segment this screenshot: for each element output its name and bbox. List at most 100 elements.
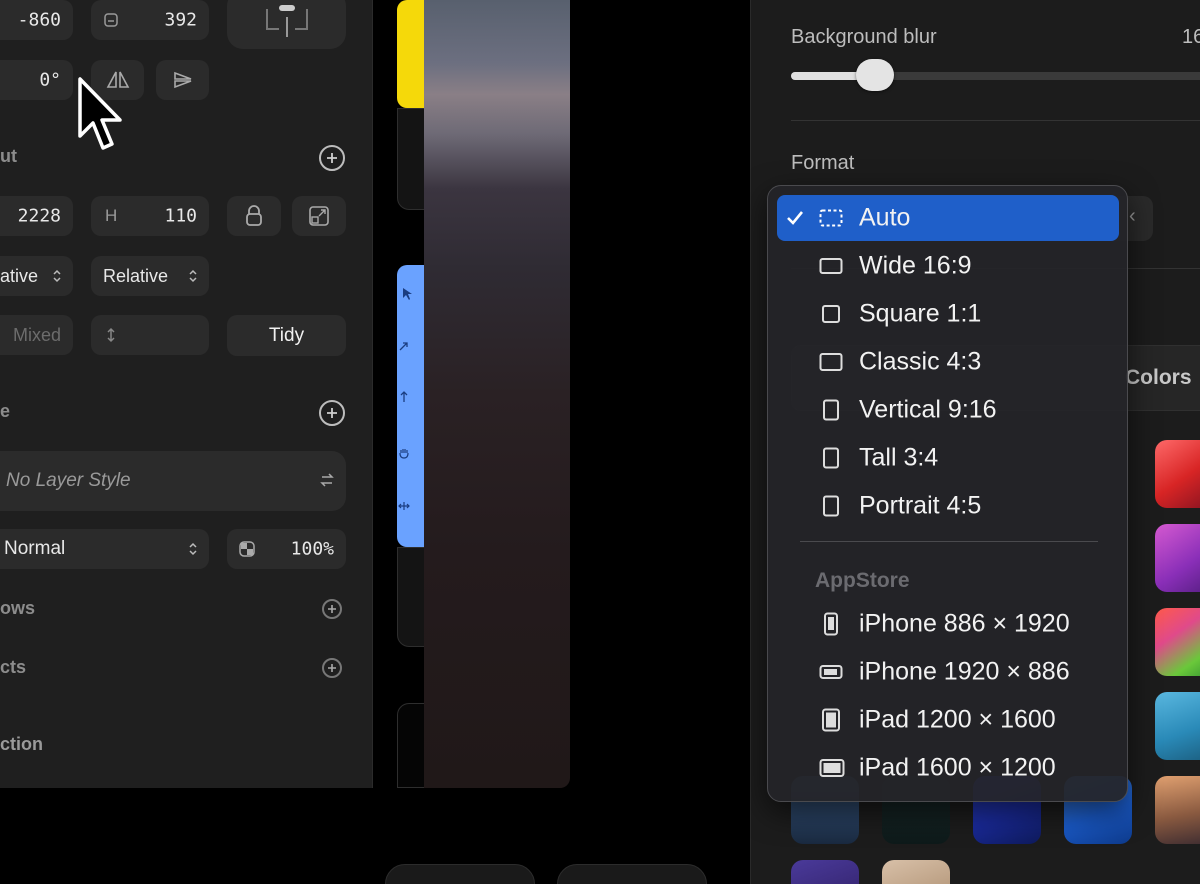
- tidy-label: Tidy: [268, 324, 305, 346]
- inspector-panel: -860 392 0° ut 2228 H 110 ative Relative…: [0, 0, 373, 788]
- add-effect-button[interactable]: [322, 658, 342, 678]
- ipad-landscape-icon: [819, 759, 845, 777]
- menu-item-label: Tall 3:4: [859, 443, 939, 472]
- gap-mixed-value: Mixed: [12, 324, 61, 345]
- tab-colors[interactable]: Colors: [1125, 366, 1192, 390]
- width-sizing-select[interactable]: ative: [0, 256, 73, 296]
- rotation-field[interactable]: 0°: [0, 60, 73, 100]
- height-top-value: 392: [164, 9, 197, 31]
- canvas-frame-bottom: [397, 703, 425, 788]
- opacity-value: 100%: [290, 538, 334, 560]
- menu-item-label: Square 1:1: [859, 299, 982, 328]
- background-blur-value: 16: [1182, 26, 1200, 48]
- menu-item-iphone-landscape[interactable]: iPhone 1920 × 886: [777, 649, 1119, 695]
- wallpaper-thumb[interactable]: [1155, 524, 1200, 592]
- add-style-button[interactable]: [319, 400, 345, 426]
- menu-item-label: Wide 16:9: [859, 251, 972, 280]
- wide-rect-icon: [819, 258, 843, 274]
- flip-vertical-icon: [173, 71, 191, 89]
- vertical-spacing-field[interactable]: [91, 315, 209, 355]
- menu-item-label: Classic 4:3: [859, 347, 982, 376]
- classic-rect-icon: [819, 353, 843, 371]
- add-shadow-button[interactable]: [322, 599, 342, 619]
- pointer-tool-icon[interactable]: [401, 287, 413, 301]
- height-field[interactable]: H 110: [91, 196, 209, 236]
- constraint-icon: [265, 4, 308, 37]
- resize-icon: [309, 206, 329, 226]
- wallpaper-thumb[interactable]: [1155, 776, 1200, 844]
- menu-item-classic-4-3[interactable]: Classic 4:3: [777, 339, 1119, 385]
- selection-section-title: ction: [0, 734, 43, 754]
- menu-item-wide-16-9[interactable]: Wide 16:9: [777, 243, 1119, 289]
- background-blur-slider[interactable]: [791, 72, 1200, 80]
- wallpaper-thumb[interactable]: [882, 860, 950, 884]
- vertical-spacing-icon: [107, 327, 115, 343]
- menu-separator: [800, 541, 1098, 542]
- bottom-pill-button-left[interactable]: [385, 864, 535, 884]
- add-layout-button[interactable]: [319, 145, 345, 171]
- fit-content-button[interactable]: [292, 196, 346, 236]
- hand-tool-icon[interactable]: [398, 447, 410, 459]
- checkmark-icon: [787, 211, 804, 225]
- layer-style-value: No Layer Style: [6, 470, 131, 491]
- appstore-header: AppStore: [815, 569, 910, 592]
- layer-style-select[interactable]: No Layer Style: [0, 451, 346, 511]
- section-divider: [791, 120, 1200, 121]
- lock-icon: [246, 205, 262, 226]
- menu-item-label: iPad 1600 × 1200: [859, 753, 1056, 782]
- wallpaper-thumb[interactable]: [1155, 608, 1200, 676]
- arrow-tool-icon[interactable]: [399, 341, 409, 351]
- menu-item-label: iPhone 1920 × 886: [859, 657, 1070, 686]
- menu-item-tall-3-4[interactable]: Tall 3:4: [777, 435, 1119, 481]
- plus-icon: [328, 664, 336, 672]
- stepper-icon: ‹: [1129, 205, 1136, 227]
- dashed-rect-icon: [819, 209, 843, 227]
- menu-item-iphone-portrait[interactable]: iPhone 886 × 1920: [777, 601, 1119, 647]
- portrait-rect-icon: [823, 495, 839, 517]
- menu-item-label: iPhone 886 × 1920: [859, 609, 1070, 638]
- mouse-pointer-icon: [78, 77, 122, 150]
- constraints-widget[interactable]: [227, 0, 346, 49]
- canvas-frame-middle: [397, 547, 425, 647]
- resize-tool-icon[interactable]: [398, 501, 410, 511]
- height-sizing-select[interactable]: Relative: [91, 256, 209, 296]
- menu-item-square-1-1[interactable]: Square 1:1: [777, 291, 1119, 337]
- text-tool-icon[interactable]: [399, 391, 409, 403]
- x-position-field[interactable]: -860: [0, 0, 73, 40]
- iphone-landscape-icon: [819, 665, 843, 679]
- shadows-section-title: ows: [0, 598, 36, 618]
- menu-item-label: Vertical 9:16: [859, 395, 997, 424]
- swap-icon: [320, 473, 334, 487]
- menu-item-ipad-portrait[interactable]: iPad 1200 × 1600: [777, 697, 1119, 743]
- stepper-icon: [53, 269, 61, 283]
- blend-mode-select[interactable]: Normal: [0, 529, 209, 569]
- format-dropdown-menu: Auto Wide 16:9 Square 1:1 Classic 4:3 Ve…: [767, 185, 1128, 802]
- height-top-field[interactable]: 392: [91, 0, 209, 40]
- flip-vertical-button[interactable]: [156, 60, 209, 100]
- gap-field[interactable]: Mixed: [0, 315, 73, 355]
- menu-item-ipad-landscape[interactable]: iPad 1600 × 1200: [777, 745, 1119, 791]
- menu-item-auto[interactable]: Auto: [777, 195, 1119, 241]
- wallpaper-thumb[interactable]: [1155, 692, 1200, 760]
- opacity-field[interactable]: 100%: [227, 529, 346, 569]
- width-field[interactable]: 2228: [0, 196, 73, 236]
- yellow-layer-strip[interactable]: [397, 0, 425, 108]
- bottom-pill-button-right[interactable]: [557, 864, 707, 884]
- menu-item-vertical-9-16[interactable]: Vertical 9:16: [777, 387, 1119, 433]
- toolbar-strip: [397, 265, 425, 547]
- square-icon: [822, 305, 840, 323]
- menu-item-label: iPad 1200 × 1600: [859, 705, 1056, 734]
- plus-icon: [328, 605, 336, 613]
- lock-aspect-button[interactable]: [227, 196, 281, 236]
- menu-item-label: Portrait 4:5: [859, 491, 982, 520]
- ipad-portrait-icon: [822, 708, 840, 732]
- vertical-rect-icon: [823, 399, 839, 421]
- wallpaper-thumb[interactable]: [791, 860, 859, 884]
- wallpaper-thumb[interactable]: [1155, 440, 1200, 508]
- width-sizing-value: ative: [0, 265, 39, 286]
- blur-slider-thumb[interactable]: [856, 59, 894, 91]
- tidy-button[interactable]: Tidy: [227, 315, 346, 356]
- menu-item-label: Auto: [859, 203, 911, 232]
- height-label: H: [105, 206, 118, 225]
- menu-item-portrait-4-5[interactable]: Portrait 4:5: [777, 483, 1119, 529]
